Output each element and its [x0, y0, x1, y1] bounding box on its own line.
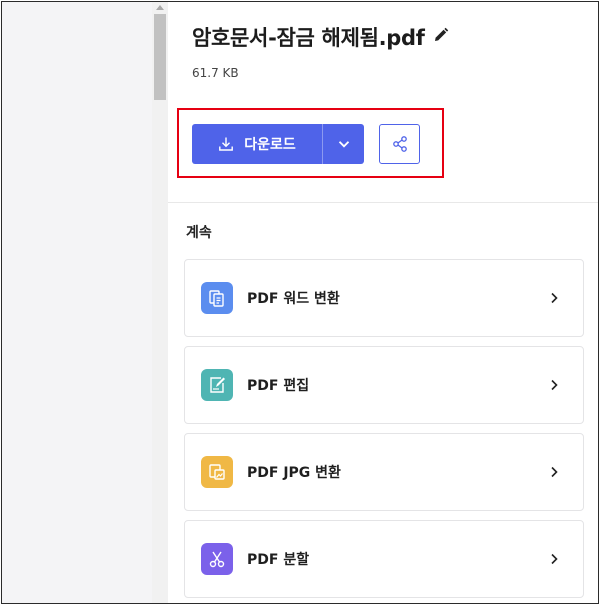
scroll-thumb[interactable]	[154, 14, 166, 100]
chevron-right-icon	[551, 379, 558, 391]
pencil-icon	[434, 27, 448, 41]
file-title-row: 암호문서-잠금 해제됨.pdf	[192, 22, 449, 52]
scrollbar[interactable]	[152, 2, 168, 603]
tool-card-edit-pdf[interactable]: PDF 편집	[184, 346, 584, 424]
tool-card-pdf-to-jpg[interactable]: PDF JPG 변환	[184, 433, 584, 511]
edit-filename-button[interactable]	[433, 27, 449, 47]
tool-label: PDF JPG 변환	[247, 465, 341, 481]
split-pdf-icon	[201, 543, 233, 575]
chevron-right-icon	[551, 292, 558, 304]
scroll-up-arrow-icon[interactable]	[156, 5, 164, 10]
file-name: 암호문서-잠금 해제됨.pdf	[192, 26, 425, 50]
tool-card-pdf-to-word[interactable]: PDF 워드 변환	[184, 259, 584, 337]
share-icon	[392, 136, 407, 152]
chevron-right-icon	[551, 553, 558, 565]
download-label: 다운로드	[244, 137, 296, 153]
tool-card-split-pdf[interactable]: PDF 분할	[184, 520, 584, 598]
pdf-to-word-icon	[201, 282, 233, 314]
tool-label: PDF 편집	[247, 378, 310, 394]
tool-label: PDF 분할	[247, 552, 310, 568]
tool-label: PDF 워드 변환	[247, 291, 340, 307]
edit-pdf-icon	[201, 369, 233, 401]
download-button-group: 다운로드	[192, 124, 364, 164]
chevron-down-icon	[338, 141, 349, 148]
pdf-to-jpg-icon	[201, 456, 233, 488]
chevron-right-icon	[551, 466, 558, 478]
download-options-button[interactable]	[323, 124, 364, 164]
file-size: 61.7 KB	[192, 66, 239, 80]
window-frame: 암호문서-잠금 해제됨.pdf 61.7 KB 다운로드 계속 PDF 워드 변…	[1, 1, 599, 604]
share-button[interactable]	[379, 124, 420, 164]
document-preview-area	[2, 2, 152, 603]
file-result-panel: 암호문서-잠금 해제됨.pdf 61.7 KB 다운로드 계속 PDF 워드 변…	[168, 2, 598, 603]
download-button[interactable]: 다운로드	[192, 124, 322, 164]
section-divider	[168, 202, 598, 203]
tool-list: PDF 워드 변환 PDF 편집 PDF JPG 변환 PDF 분할	[184, 259, 584, 603]
download-icon	[219, 137, 234, 151]
continue-heading: 계속	[186, 225, 212, 241]
